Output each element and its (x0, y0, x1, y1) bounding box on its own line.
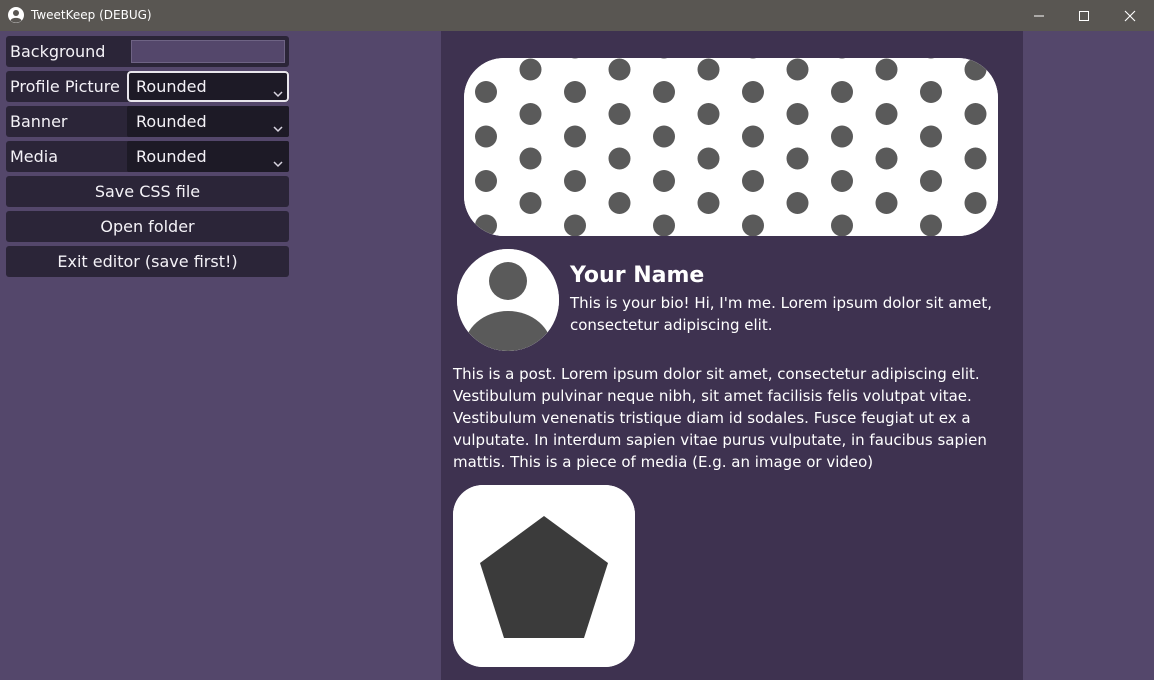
background-row: Background (6, 36, 289, 67)
avatar (457, 249, 559, 351)
post-text: This is a post. Lorem ipsum dolor sit am… (453, 365, 987, 471)
maximize-button[interactable] (1061, 0, 1107, 31)
close-button[interactable] (1107, 0, 1153, 31)
profile-name: Your Name (570, 263, 705, 288)
open-folder-button[interactable]: Open folder (6, 211, 289, 242)
banner-select-value: Rounded (136, 112, 207, 131)
minimize-icon (1033, 10, 1045, 22)
profile-preview: Your Name This is your bio! Hi, I'm me. … (441, 31, 1023, 680)
minimize-button[interactable] (1016, 0, 1062, 31)
media-row: Media Rounded (6, 141, 289, 172)
profile-picture-row: Profile Picture Rounded (6, 71, 289, 102)
maximize-icon (1078, 10, 1090, 22)
profile-picture-select[interactable]: Rounded (127, 71, 289, 102)
profile-picture-label: Profile Picture (10, 77, 120, 96)
window-titlebar: TweetKeep (DEBUG) (0, 0, 1154, 31)
media-label: Media (10, 147, 59, 166)
banner-select[interactable]: Rounded (127, 106, 289, 137)
media-select-value: Rounded (136, 147, 207, 166)
banner-row: Banner Rounded (6, 106, 289, 137)
profile-picture-select-value: Rounded (136, 77, 207, 96)
banner-label: Banner (10, 112, 68, 131)
profile-icon (8, 7, 24, 23)
media-image (453, 485, 635, 667)
banner-image (464, 58, 998, 236)
profile-bio: This is your bio! Hi, I'm me. Lorem ipsu… (570, 294, 992, 334)
chevron-down-icon (272, 118, 284, 133)
media-select[interactable]: Rounded (127, 141, 289, 172)
window-title: TweetKeep (DEBUG) (31, 8, 152, 22)
default-avatar-icon (457, 249, 559, 351)
chevron-down-icon (272, 153, 284, 168)
chevron-down-icon (272, 83, 284, 98)
background-label: Background (10, 42, 106, 61)
exit-editor-button[interactable]: Exit editor (save first!) (6, 246, 289, 277)
pentagon-shape-icon (453, 485, 635, 667)
background-color-picker[interactable] (131, 40, 285, 63)
save-css-button[interactable]: Save CSS file (6, 176, 289, 207)
close-icon (1124, 10, 1136, 22)
